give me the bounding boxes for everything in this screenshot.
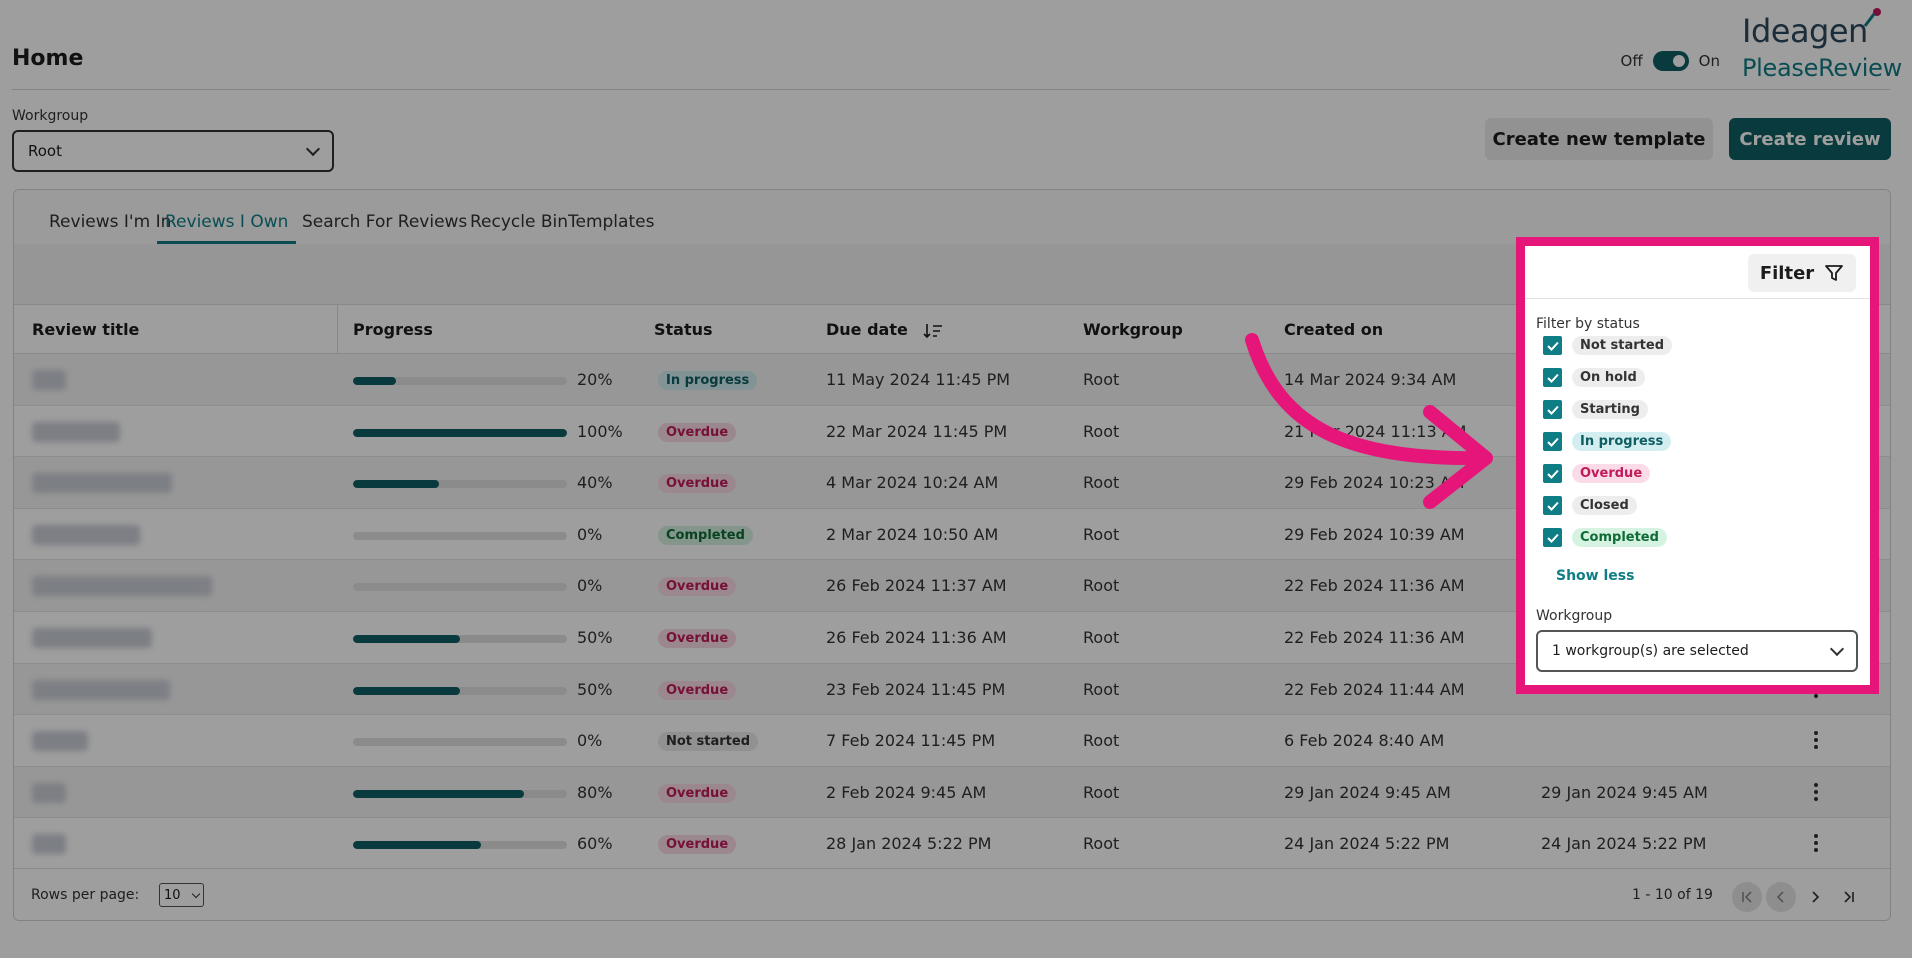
status-filter-option[interactable]: Not started: [1543, 336, 1673, 355]
checkbox-checked-icon[interactable]: [1543, 336, 1562, 355]
checkbox-checked-icon[interactable]: [1543, 496, 1562, 515]
filter-funnel-icon: [1825, 265, 1844, 281]
popup-divider: [1525, 298, 1870, 299]
status-pill: Starting: [1572, 400, 1648, 419]
checkbox-checked-icon[interactable]: [1543, 400, 1562, 419]
checkbox-checked-icon[interactable]: [1543, 432, 1562, 451]
status-filter-option[interactable]: Closed: [1543, 496, 1637, 515]
status-pill: Overdue: [1572, 464, 1651, 483]
checkbox-checked-icon[interactable]: [1543, 368, 1562, 387]
status-filter-option[interactable]: On hold: [1543, 368, 1645, 387]
filter-popup: Filter Filter by status Not started On h…: [1525, 246, 1870, 685]
filter-by-status-label: Filter by status: [1536, 316, 1640, 332]
status-pill: In progress: [1572, 432, 1672, 451]
checkbox-checked-icon[interactable]: [1543, 528, 1562, 547]
callout-arrow-icon: [1245, 333, 1493, 509]
status-pill: Not started: [1572, 336, 1673, 355]
status-filter-option[interactable]: Completed: [1543, 528, 1667, 547]
checkbox-checked-icon[interactable]: [1543, 464, 1562, 483]
filter-button-label: Filter: [1759, 262, 1815, 284]
filter-button[interactable]: Filter: [1748, 254, 1856, 292]
filter-workgroup-select[interactable]: 1 workgroup(s) are selected: [1536, 630, 1858, 672]
show-less-link[interactable]: Show less: [1556, 568, 1634, 584]
status-pill: Closed: [1572, 496, 1637, 515]
filter-workgroup-value: 1 workgroup(s) are selected: [1552, 643, 1749, 659]
app-root: Home Off On Ideagen PleaseReview Workgro…: [0, 0, 1912, 958]
chevron-down-icon: [1829, 641, 1845, 656]
status-filter-option[interactable]: In progress: [1543, 432, 1672, 451]
filter-workgroup-label: Workgroup: [1536, 608, 1613, 624]
status-filter-option[interactable]: Starting: [1543, 400, 1648, 419]
status-pill: Completed: [1572, 528, 1667, 547]
status-pill: On hold: [1572, 368, 1645, 387]
status-filter-option[interactable]: Overdue: [1543, 464, 1651, 483]
